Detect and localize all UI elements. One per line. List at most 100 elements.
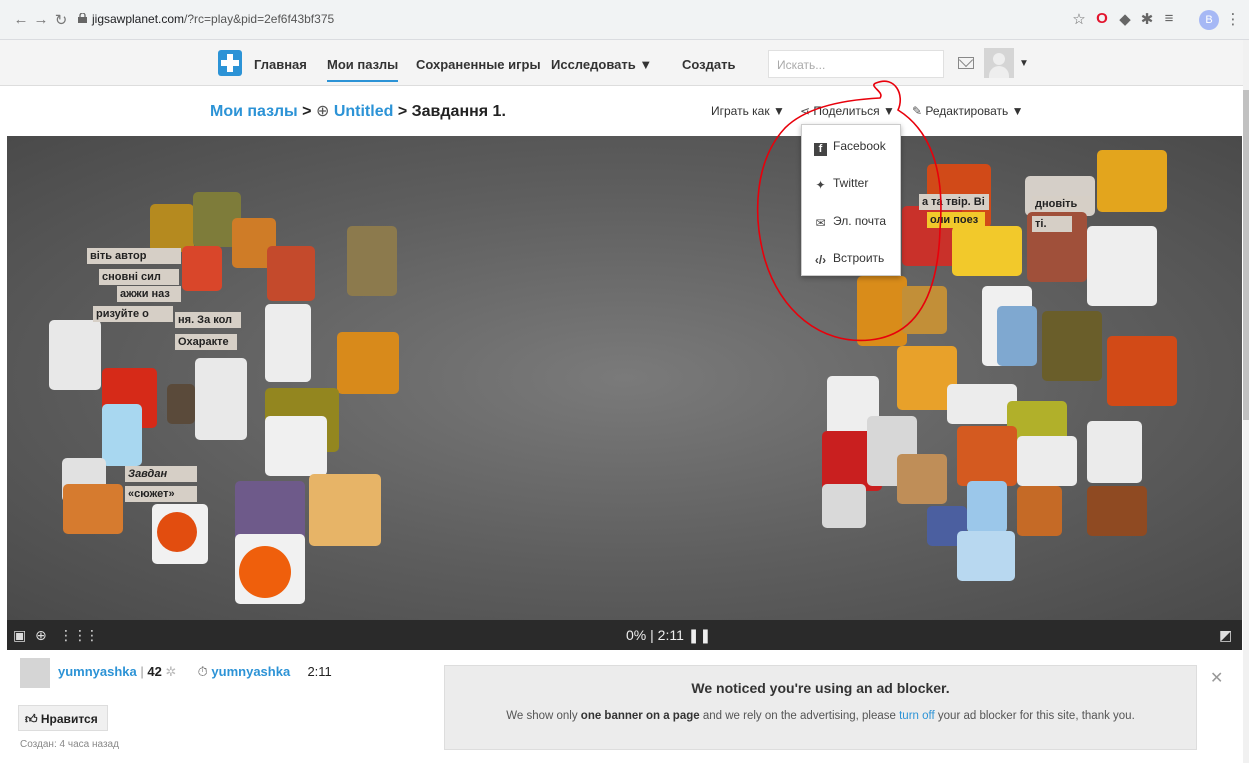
extension-icon[interactable]: ◆	[1116, 10, 1134, 28]
nav-my-puzzles[interactable]: Мои пазлы	[327, 57, 399, 82]
author-link[interactable]: yumnyashka	[58, 664, 137, 679]
nav-explore[interactable]: Исследовать ▼	[551, 57, 652, 72]
puzzle-piece[interactable]	[337, 332, 399, 394]
puzzle-text-piece[interactable]: «сюжет»	[125, 486, 197, 502]
puzzle-text-piece[interactable]: дновіть	[1032, 196, 1094, 212]
puzzle-piece[interactable]	[1097, 150, 1167, 212]
opera-icon[interactable]: O	[1093, 10, 1111, 27]
puzzle-piece[interactable]	[265, 416, 327, 476]
puzzle-extension-icon[interactable]: ✱	[1138, 10, 1156, 28]
share-embed[interactable]: ‹/› Встроить	[814, 251, 884, 267]
puzzle-piece[interactable]	[167, 384, 195, 424]
reload-icon[interactable]: ↻	[52, 11, 70, 29]
browser-menu-icon[interactable]: ⋮	[1224, 10, 1242, 28]
puzzle-text-piece[interactable]: ня. За кол	[175, 312, 241, 328]
fullscreen-icon[interactable]: ◩	[1219, 627, 1235, 643]
puzzle-piece[interactable]	[1087, 486, 1147, 536]
puzzle-piece[interactable]	[49, 320, 101, 390]
puzzle-piece[interactable]	[102, 404, 142, 466]
puzzle-piece[interactable]	[267, 246, 315, 301]
puzzle-text-piece[interactable]: а та твір. Ві	[919, 194, 989, 210]
site-logo[interactable]	[218, 50, 242, 76]
puzzle-status-bar: ▣ ⊕ ⋮⋮ ⋮ ◩	[7, 620, 1242, 650]
user-menu-chevron-icon[interactable]: ▼	[1019, 58, 1029, 69]
like-button[interactable]: 👍︎ Нравится	[18, 705, 108, 731]
puzzle-text-piece[interactable]: ризуйте о	[93, 306, 173, 322]
close-icon[interactable]: ✕	[1210, 668, 1223, 688]
lock-icon	[78, 13, 87, 23]
puzzle-piece[interactable]	[195, 358, 247, 440]
address-bar[interactable]: jigsawplanet.com/?rc=play&pid=2ef6f43bf3…	[92, 12, 334, 26]
stopwatch-icon: ⏱	[197, 664, 208, 679]
chevron-down-icon: ▼	[1011, 104, 1024, 118]
puzzle-text-piece[interactable]: сновні сил	[99, 269, 179, 285]
puzzle-text-piece[interactable]: ті.	[1032, 216, 1072, 232]
puzzle-board[interactable]: віть автор сновні сил ажжи наз ризуйте о…	[7, 136, 1242, 620]
puzzle-progress: 0% | 2:11 ❚❚	[626, 627, 712, 643]
puzzle-piece[interactable]	[1107, 336, 1177, 406]
puzzle-piece[interactable]	[857, 276, 907, 346]
breadcrumb-my-puzzles[interactable]: Мои пазлы	[210, 103, 298, 120]
puzzle-text-piece[interactable]: оли поез	[927, 212, 985, 228]
ghost-image-icon[interactable]: ⊕	[35, 627, 51, 643]
puzzle-piece[interactable]	[239, 546, 291, 598]
share-email[interactable]: ✉ Эл. почта	[814, 214, 886, 230]
star-icon[interactable]: ☆	[1070, 10, 1088, 28]
puzzle-piece[interactable]	[235, 481, 305, 541]
back-icon[interactable]: ←	[12, 11, 30, 28]
edit-button[interactable]: ✎ Редактировать ▼	[912, 104, 1024, 118]
shuffle-grid-icon[interactable]: ⋮⋮	[59, 627, 87, 643]
thumbs-up-icon: 👍︎	[25, 712, 38, 726]
puzzle-text-piece[interactable]: Охаракте	[175, 334, 237, 350]
scrollbar-thumb[interactable]	[1243, 90, 1249, 420]
best-time-user-link[interactable]: yumnyashka	[211, 664, 290, 679]
more-options-icon[interactable]: ⋮	[85, 627, 101, 643]
puzzle-piece[interactable]	[63, 484, 123, 534]
forward-icon[interactable]: →	[32, 11, 50, 28]
puzzle-text-piece[interactable]: віть автор	[87, 248, 181, 264]
share-facebook[interactable]: f Facebook	[814, 139, 886, 156]
puzzle-piece[interactable]	[182, 246, 222, 291]
turn-off-link[interactable]: turn off	[899, 710, 935, 722]
puzzle-piece[interactable]	[1017, 486, 1062, 536]
puzzle-text-piece[interactable]: ажжи наз	[117, 286, 181, 302]
puzzle-piece[interactable]	[309, 474, 381, 546]
puzzle-text-piece[interactable]: Завдан	[125, 466, 197, 482]
puzzle-piece[interactable]	[265, 304, 311, 382]
media-icon[interactable]: ≡	[1160, 10, 1178, 27]
puzzle-piece[interactable]	[1017, 436, 1077, 486]
search-input[interactable]: Искать...	[768, 50, 944, 78]
puzzle-piece[interactable]	[997, 306, 1037, 366]
nav-create[interactable]: Создать	[682, 57, 735, 72]
share-dropdown-menu: f Facebook ✦ Twitter ✉ Эл. почта ‹/› Встроит…	[801, 124, 901, 276]
author-avatar[interactable]	[20, 658, 50, 688]
mail-icon[interactable]	[958, 57, 974, 69]
nav-saved-games[interactable]: Сохраненные игры	[416, 57, 541, 72]
play-as-button[interactable]: Играть как ▼	[711, 104, 785, 118]
image-preview-icon[interactable]: ▣	[13, 627, 29, 643]
best-time: 2:11	[307, 664, 332, 679]
puzzle-piece[interactable]	[952, 226, 1022, 276]
puzzle-piece[interactable]	[897, 454, 947, 504]
puzzle-piece[interactable]	[822, 484, 866, 528]
puzzle-piece[interactable]	[150, 204, 194, 252]
pause-icon[interactable]: ❚❚	[688, 627, 711, 643]
envelope-icon: ✉	[815, 216, 826, 230]
share-button[interactable]: ⋖ Поделиться ▼	[800, 104, 895, 118]
nav-home[interactable]: Главная	[254, 57, 307, 72]
user-avatar[interactable]	[984, 48, 1014, 78]
edit-icon: ✎	[912, 104, 923, 118]
puzzle-piece[interactable]	[902, 286, 947, 334]
share-twitter[interactable]: ✦ Twitter	[814, 176, 868, 192]
puzzle-piece[interactable]	[957, 426, 1017, 486]
profile-avatar[interactable]: B	[1199, 10, 1219, 30]
puzzle-piece[interactable]	[157, 512, 197, 552]
puzzle-piece[interactable]	[967, 481, 1007, 533]
ad-blocker-notice: We noticed you're using an ad blocker. W…	[444, 665, 1197, 750]
breadcrumb-folder[interactable]: Untitled	[334, 103, 394, 120]
puzzle-piece[interactable]	[1087, 226, 1157, 306]
puzzle-piece[interactable]	[347, 226, 397, 296]
puzzle-piece[interactable]	[1042, 311, 1102, 381]
puzzle-piece[interactable]	[1087, 421, 1142, 483]
puzzle-piece[interactable]	[957, 531, 1015, 581]
